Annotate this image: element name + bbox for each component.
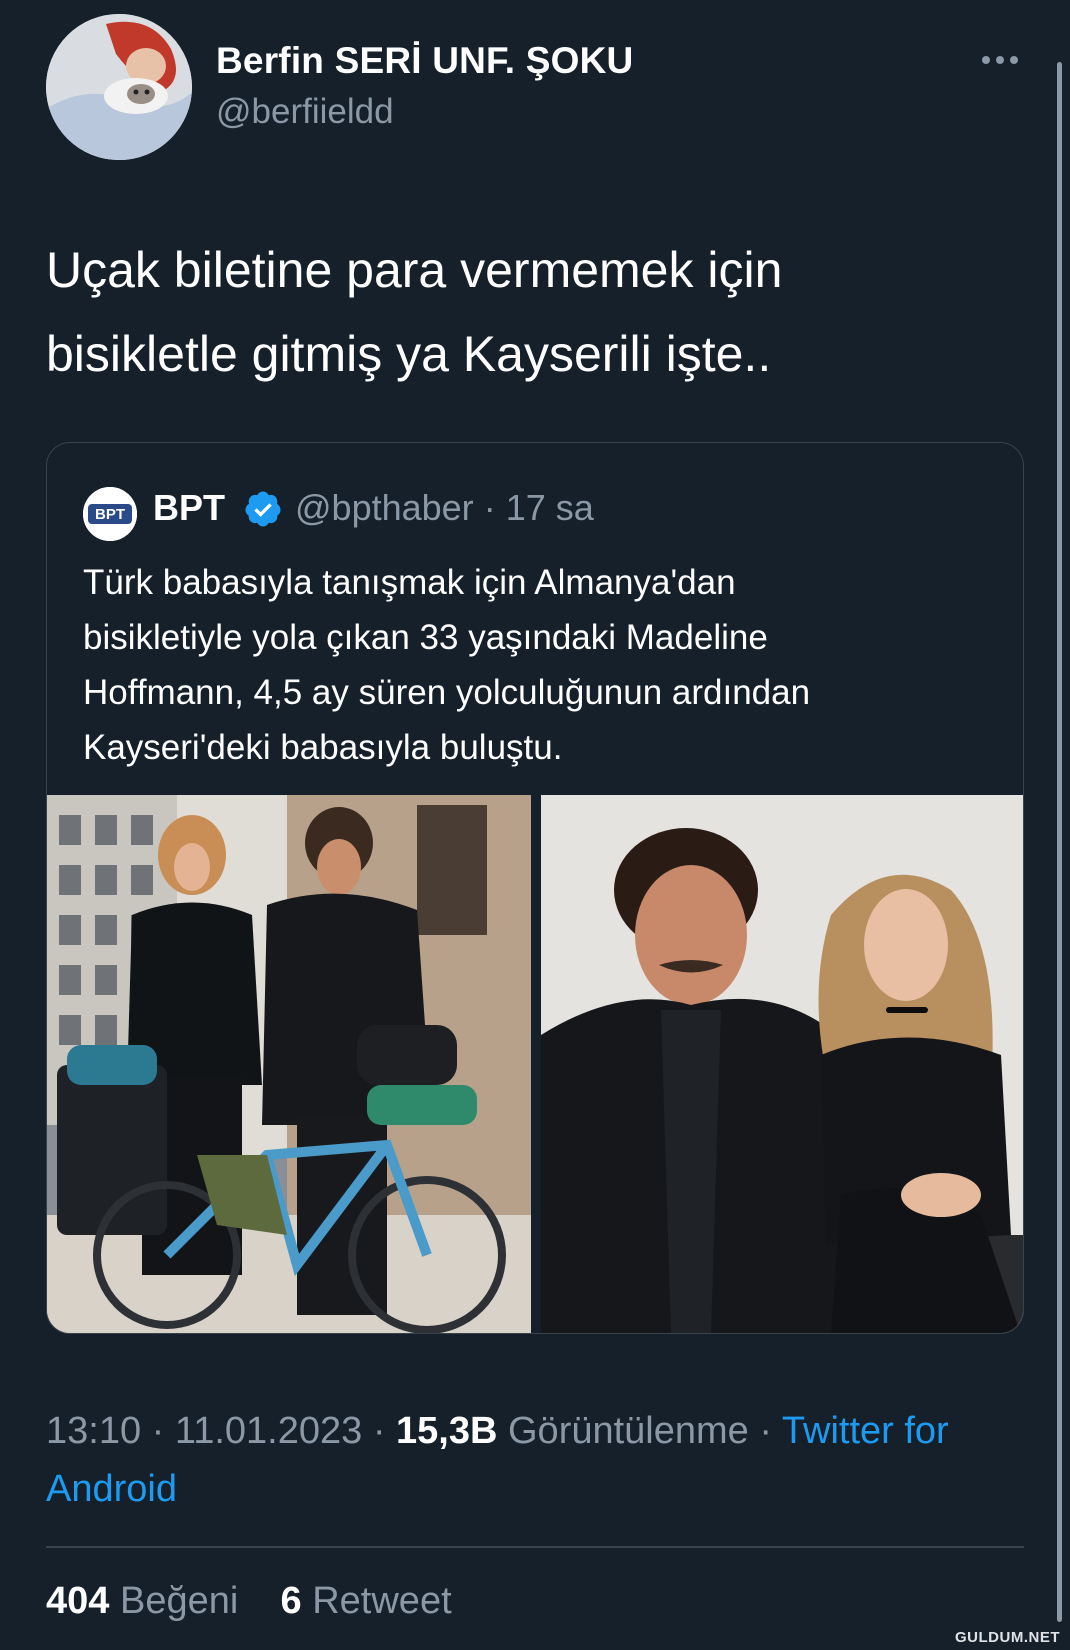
avatar-image: [46, 14, 192, 160]
scrollbar[interactable]: [1057, 62, 1062, 1622]
likes-count: 404: [46, 1580, 110, 1622]
views-count: 15,3B: [396, 1410, 498, 1452]
tweet-text-line: Uçak biletine para vermemek için: [46, 242, 783, 298]
tweet-date[interactable]: 11.01.2023: [175, 1410, 362, 1452]
separator: ·: [151, 1410, 165, 1452]
more-options-icon[interactable]: [978, 52, 1022, 68]
bpt-logo-icon: BPT: [83, 487, 137, 541]
quote-author-name[interactable]: BPT: [153, 487, 225, 529]
dot: [1010, 56, 1018, 64]
quote-author-handle[interactable]: @bpthaber: [295, 487, 474, 528]
retweets-label: Retweet: [312, 1580, 452, 1622]
photo-portrait-image: [541, 795, 1023, 1333]
verified-badge-icon: [245, 491, 281, 527]
dot: [996, 56, 1004, 64]
author-avatar[interactable]: [46, 14, 192, 160]
quote-photo-1[interactable]: [47, 795, 531, 1333]
separator: ·: [372, 1410, 386, 1452]
quote-text-line: Hoffmann, 4,5 ay süren yolculuğunun ardı…: [83, 673, 811, 712]
likes-label: Beğeni: [119, 1580, 239, 1622]
divider: [46, 1546, 1024, 1548]
quote-timestamp[interactable]: 17 sa: [506, 487, 594, 528]
quote-text-line: Türk babasıyla tanışmak için Almanya'dan: [83, 563, 736, 602]
photo-bicycle-image: [47, 795, 531, 1333]
author-display-name[interactable]: Berfin SERİ UNF. ŞOKU: [216, 40, 633, 82]
quote-photo-2[interactable]: [541, 795, 1023, 1333]
views-label: Görüntülenme: [508, 1410, 749, 1452]
dot: [982, 56, 990, 64]
author-handle[interactable]: @berfiieldd: [216, 92, 394, 132]
logo-text: BPT: [95, 506, 125, 523]
likes-link[interactable]: 404 Beğeni: [46, 1580, 238, 1622]
retweets-count: 6: [280, 1580, 302, 1622]
quote-text: Türk babasıyla tanışmak için Almanya'dan…: [83, 555, 1003, 775]
quoted-tweet[interactable]: BPT BPT @bpthaber · 17 sa Türk babasıyla…: [46, 442, 1024, 1334]
quote-author-avatar[interactable]: BPT: [83, 487, 137, 541]
retweets-link[interactable]: 6 Retweet: [281, 1580, 452, 1622]
separator: ·: [483, 487, 496, 528]
separator: ·: [759, 1410, 773, 1452]
tweet-time[interactable]: 13:10: [46, 1410, 141, 1452]
tweet-metadata: 13:10 · 11.01.2023 · 15,3B Görüntülenme …: [46, 1402, 1026, 1518]
watermark: GULDUM.NET: [955, 1629, 1060, 1646]
tweet-text-line: bisikletle gitmiş ya Kayserili işte..: [46, 326, 772, 382]
tweet-text: Uçak biletine para vermemek için bisikle…: [46, 228, 1026, 396]
engagement-stats: 404 Beğeni 6 Retweet: [46, 1580, 452, 1623]
tweet-detail-view: Berfin SERİ UNF. ŞOKU @berfiieldd Uçak b…: [0, 0, 1070, 1650]
quote-text-line: bisikletiyle yola çıkan 33 yaşındaki Mad…: [83, 618, 768, 657]
quote-text-line: Kayseri'deki babasıyla buluştu.: [83, 728, 563, 767]
quote-meta: @bpthaber · 17 sa: [295, 487, 594, 529]
